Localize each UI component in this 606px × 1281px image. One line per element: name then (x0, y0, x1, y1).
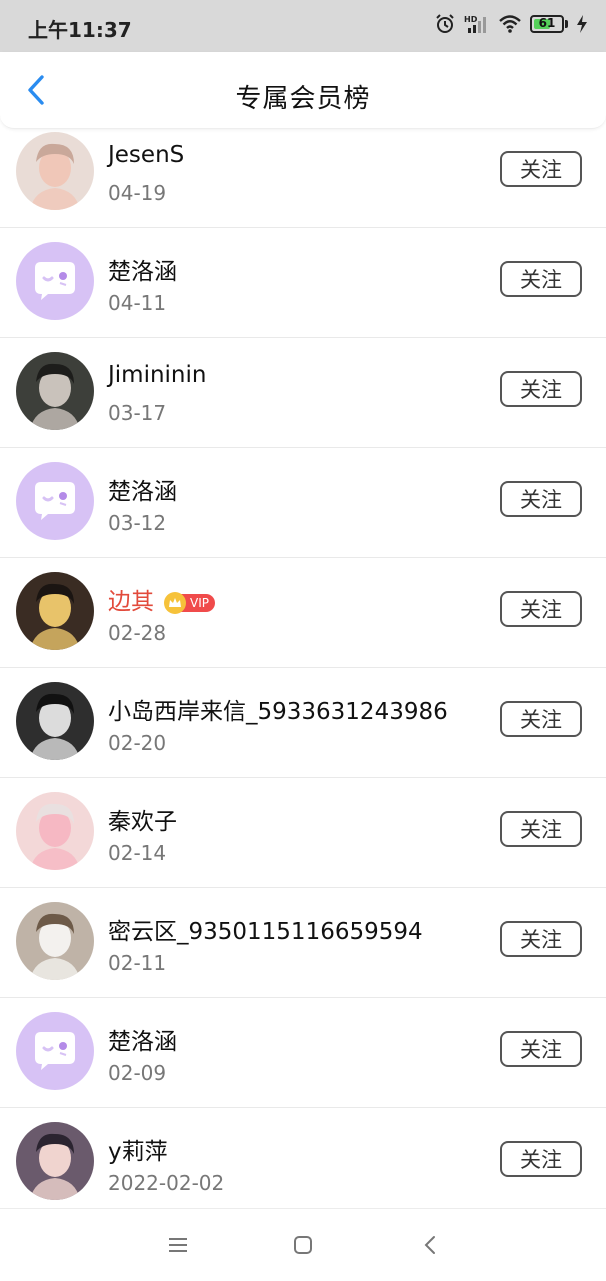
member-name-text: JesenS (108, 142, 185, 168)
follow-button[interactable]: 关注 (500, 261, 582, 297)
member-name-text: 密云区_9350115116659594 (108, 919, 423, 945)
member-row[interactable]: 小岛西岸来信_5933631243986 02-20 关注 (0, 668, 606, 778)
member-date: 02-14 (108, 841, 167, 865)
battery-icon: 61 (530, 15, 568, 33)
follow-button[interactable]: 关注 (500, 701, 582, 737)
member-row[interactable]: y莉萍 2022-02-02 关注 (0, 1108, 606, 1208)
charging-icon (576, 14, 588, 34)
avatar[interactable] (16, 572, 94, 650)
member-date: 2022-02-02 (108, 1171, 225, 1195)
page-title: 专属会员榜 (235, 84, 371, 114)
battery-level: 61 (538, 16, 556, 30)
menu-icon[interactable] (166, 1233, 190, 1257)
avatar[interactable] (16, 132, 94, 210)
member-name[interactable]: 小岛西岸来信_5933631243986 (108, 692, 448, 726)
member-name-text: 楚洛涵 (108, 259, 177, 285)
follow-button[interactable]: 关注 (500, 1031, 582, 1067)
member-name[interactable]: 楚洛涵 (108, 1022, 177, 1056)
crown-icon (164, 591, 186, 614)
member-row[interactable]: JesenS 04-19 关注 (0, 118, 606, 228)
member-date: 04-19 (108, 181, 167, 205)
member-name[interactable]: 密云区_9350115116659594 (108, 912, 423, 946)
member-row[interactable]: 密云区_9350115116659594 02-11 关注 (0, 888, 606, 998)
system-nav-bar (0, 1208, 606, 1281)
follow-button[interactable]: 关注 (500, 921, 582, 957)
member-date: 03-17 (108, 401, 167, 425)
member-name[interactable]: 楚洛涵 (108, 252, 177, 286)
status-icons: HD 61 (434, 13, 588, 35)
status-bar: 上午11:37 HD 61 (0, 0, 606, 52)
member-name[interactable]: 楚洛涵 (108, 472, 177, 506)
avatar[interactable] (16, 682, 94, 760)
vip-badge: VIP (164, 591, 215, 614)
member-name[interactable]: 边其 VIP (108, 582, 215, 616)
member-name[interactable]: Jimininin (108, 362, 206, 388)
follow-button[interactable]: 关注 (500, 811, 582, 847)
member-date: 03-12 (108, 511, 167, 535)
member-name[interactable]: JesenS (108, 142, 184, 168)
avatar[interactable] (16, 1012, 94, 1090)
member-name-text: 小岛西岸来信_5933631243986 (108, 699, 448, 725)
member-row[interactable]: 边其 VIP 02-28 关注 (0, 558, 606, 668)
svg-text:HD: HD (464, 15, 478, 24)
member-row[interactable]: Jimininin 03-17 关注 (0, 338, 606, 448)
avatar[interactable] (16, 902, 94, 980)
avatar[interactable] (16, 1122, 94, 1200)
follow-button[interactable]: 关注 (500, 591, 582, 627)
member-name-text: 楚洛涵 (108, 1029, 177, 1055)
home-square-icon[interactable] (291, 1233, 315, 1257)
follow-button[interactable]: 关注 (500, 371, 582, 407)
avatar[interactable] (16, 242, 94, 320)
member-name-text: 秦欢子 (108, 809, 177, 835)
avatar[interactable] (16, 352, 94, 430)
member-row[interactable]: 楚洛涵 04-11 关注 (0, 228, 606, 338)
member-name-text: 边其 (108, 589, 154, 615)
member-row[interactable]: 楚洛涵 03-12 关注 (0, 448, 606, 558)
follow-button[interactable]: 关注 (500, 151, 582, 187)
member-row[interactable]: 楚洛涵 02-09 关注 (0, 998, 606, 1108)
member-date: 02-09 (108, 1061, 167, 1085)
member-name-text: Jimininin (108, 362, 207, 388)
member-date: 02-20 (108, 731, 167, 755)
follow-button[interactable]: 关注 (500, 481, 582, 517)
wifi-icon (498, 14, 522, 34)
member-list[interactable]: JesenS 04-19 关注 楚洛涵 04-11 关注 Jimininin 03-17 关注楚… (0, 118, 606, 1208)
member-date: 04-11 (108, 291, 167, 315)
member-date: 02-28 (108, 621, 167, 645)
member-name-text: 楚洛涵 (108, 479, 177, 505)
member-name[interactable]: y莉萍 (108, 1132, 168, 1166)
follow-button[interactable]: 关注 (500, 1141, 582, 1177)
status-time: 上午11:37 (28, 18, 132, 42)
back-triangle-icon[interactable] (418, 1233, 442, 1257)
member-date: 02-11 (108, 951, 167, 975)
member-name[interactable]: 秦欢子 (108, 802, 177, 836)
hd-signal-icon: HD (464, 14, 490, 34)
alarm-icon (434, 13, 456, 35)
member-name-text: y莉萍 (108, 1139, 168, 1165)
member-row[interactable]: 秦欢子 02-14 关注 (0, 778, 606, 888)
avatar[interactable] (16, 462, 94, 540)
avatar[interactable] (16, 792, 94, 870)
